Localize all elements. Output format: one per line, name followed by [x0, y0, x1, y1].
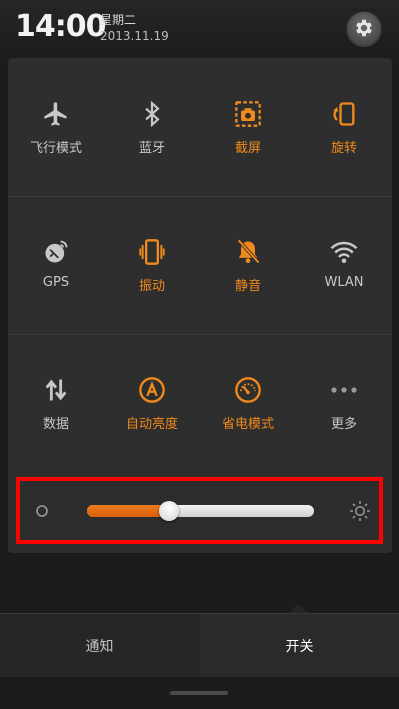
tab-notifications[interactable]: 通知	[0, 614, 199, 678]
toggle-label: 自动亮度	[125, 417, 178, 432]
tab-switches[interactable]: 开关	[200, 614, 399, 678]
toggle-label: 更多	[330, 417, 357, 432]
mute-icon	[237, 239, 260, 264]
bluetooth-icon	[145, 101, 160, 127]
toggle-rotate[interactable]: 旋转	[296, 58, 392, 196]
toggle-row-2: GPS 振动 静音 WLAN	[8, 196, 392, 335]
toggle-label: 静音	[234, 279, 261, 294]
toggle-label: WLAN	[324, 275, 364, 290]
wifi-icon	[330, 241, 358, 263]
toggle-label: 蓝牙	[138, 141, 165, 156]
drag-handle[interactable]	[170, 691, 228, 695]
auto-brightness-icon	[139, 377, 165, 403]
clock-time: 14:00	[15, 9, 106, 44]
toggle-screenshot[interactable]: 截屏	[200, 58, 296, 196]
bright-sun-icon	[350, 501, 370, 521]
brightness-slider-thumb[interactable]	[158, 501, 179, 521]
bottom-tabs: 通知 开关	[0, 613, 399, 678]
brightness-slider-fill	[87, 505, 169, 517]
dim-brightness-icon	[36, 505, 48, 517]
toggle-auto-brightness[interactable]: 自动亮度	[104, 334, 200, 472]
toggle-row-3: 数据 自动亮度 省电模式 更多	[8, 334, 392, 464]
toggle-mute[interactable]: 静音	[200, 196, 296, 334]
gear-icon	[356, 19, 372, 37]
toggle-data[interactable]: 数据	[8, 334, 104, 472]
data-icon	[45, 379, 67, 401]
toggle-row-1: 飞行模式 蓝牙 截屏 旋转	[8, 58, 392, 197]
brightness-slider[interactable]	[87, 505, 314, 517]
toggle-label: 振动	[138, 279, 165, 294]
toggle-label: 数据	[42, 417, 69, 432]
more-icon	[331, 387, 357, 393]
date-label: 2013.11.19	[100, 29, 169, 43]
toggle-vibrate[interactable]: 振动	[104, 196, 200, 334]
vibrate-icon	[139, 239, 165, 265]
toggle-more[interactable]: 更多	[296, 334, 392, 472]
airplane-icon	[44, 102, 67, 126]
brightness-control	[16, 477, 383, 544]
power-saving-icon	[235, 377, 261, 403]
toggle-label: 省电模式	[221, 417, 274, 432]
toggle-airplane[interactable]: 飞行模式	[8, 58, 104, 196]
toggle-bluetooth[interactable]: 蓝牙	[104, 58, 200, 196]
screen: 14:00 星期二 2013.11.19 飞行模式 蓝牙 截屏 旋转 GPS 振…	[0, 0, 399, 709]
toggle-label: GPS	[42, 275, 70, 290]
gps-icon	[45, 240, 68, 263]
toggle-label: 飞行模式	[29, 141, 82, 156]
toggle-wlan[interactable]: WLAN	[296, 196, 392, 334]
rotate-icon	[333, 102, 355, 126]
weekday-label: 星期二	[100, 13, 137, 27]
toggle-label: 旋转	[330, 141, 357, 156]
toggle-gps[interactable]: GPS	[8, 196, 104, 334]
toggle-label: 截屏	[234, 141, 261, 156]
status-header: 14:00 星期二 2013.11.19	[0, 0, 399, 58]
settings-button[interactable]	[346, 10, 382, 46]
screenshot-icon	[235, 101, 261, 127]
toggle-power-saving[interactable]: 省电模式	[200, 334, 296, 472]
